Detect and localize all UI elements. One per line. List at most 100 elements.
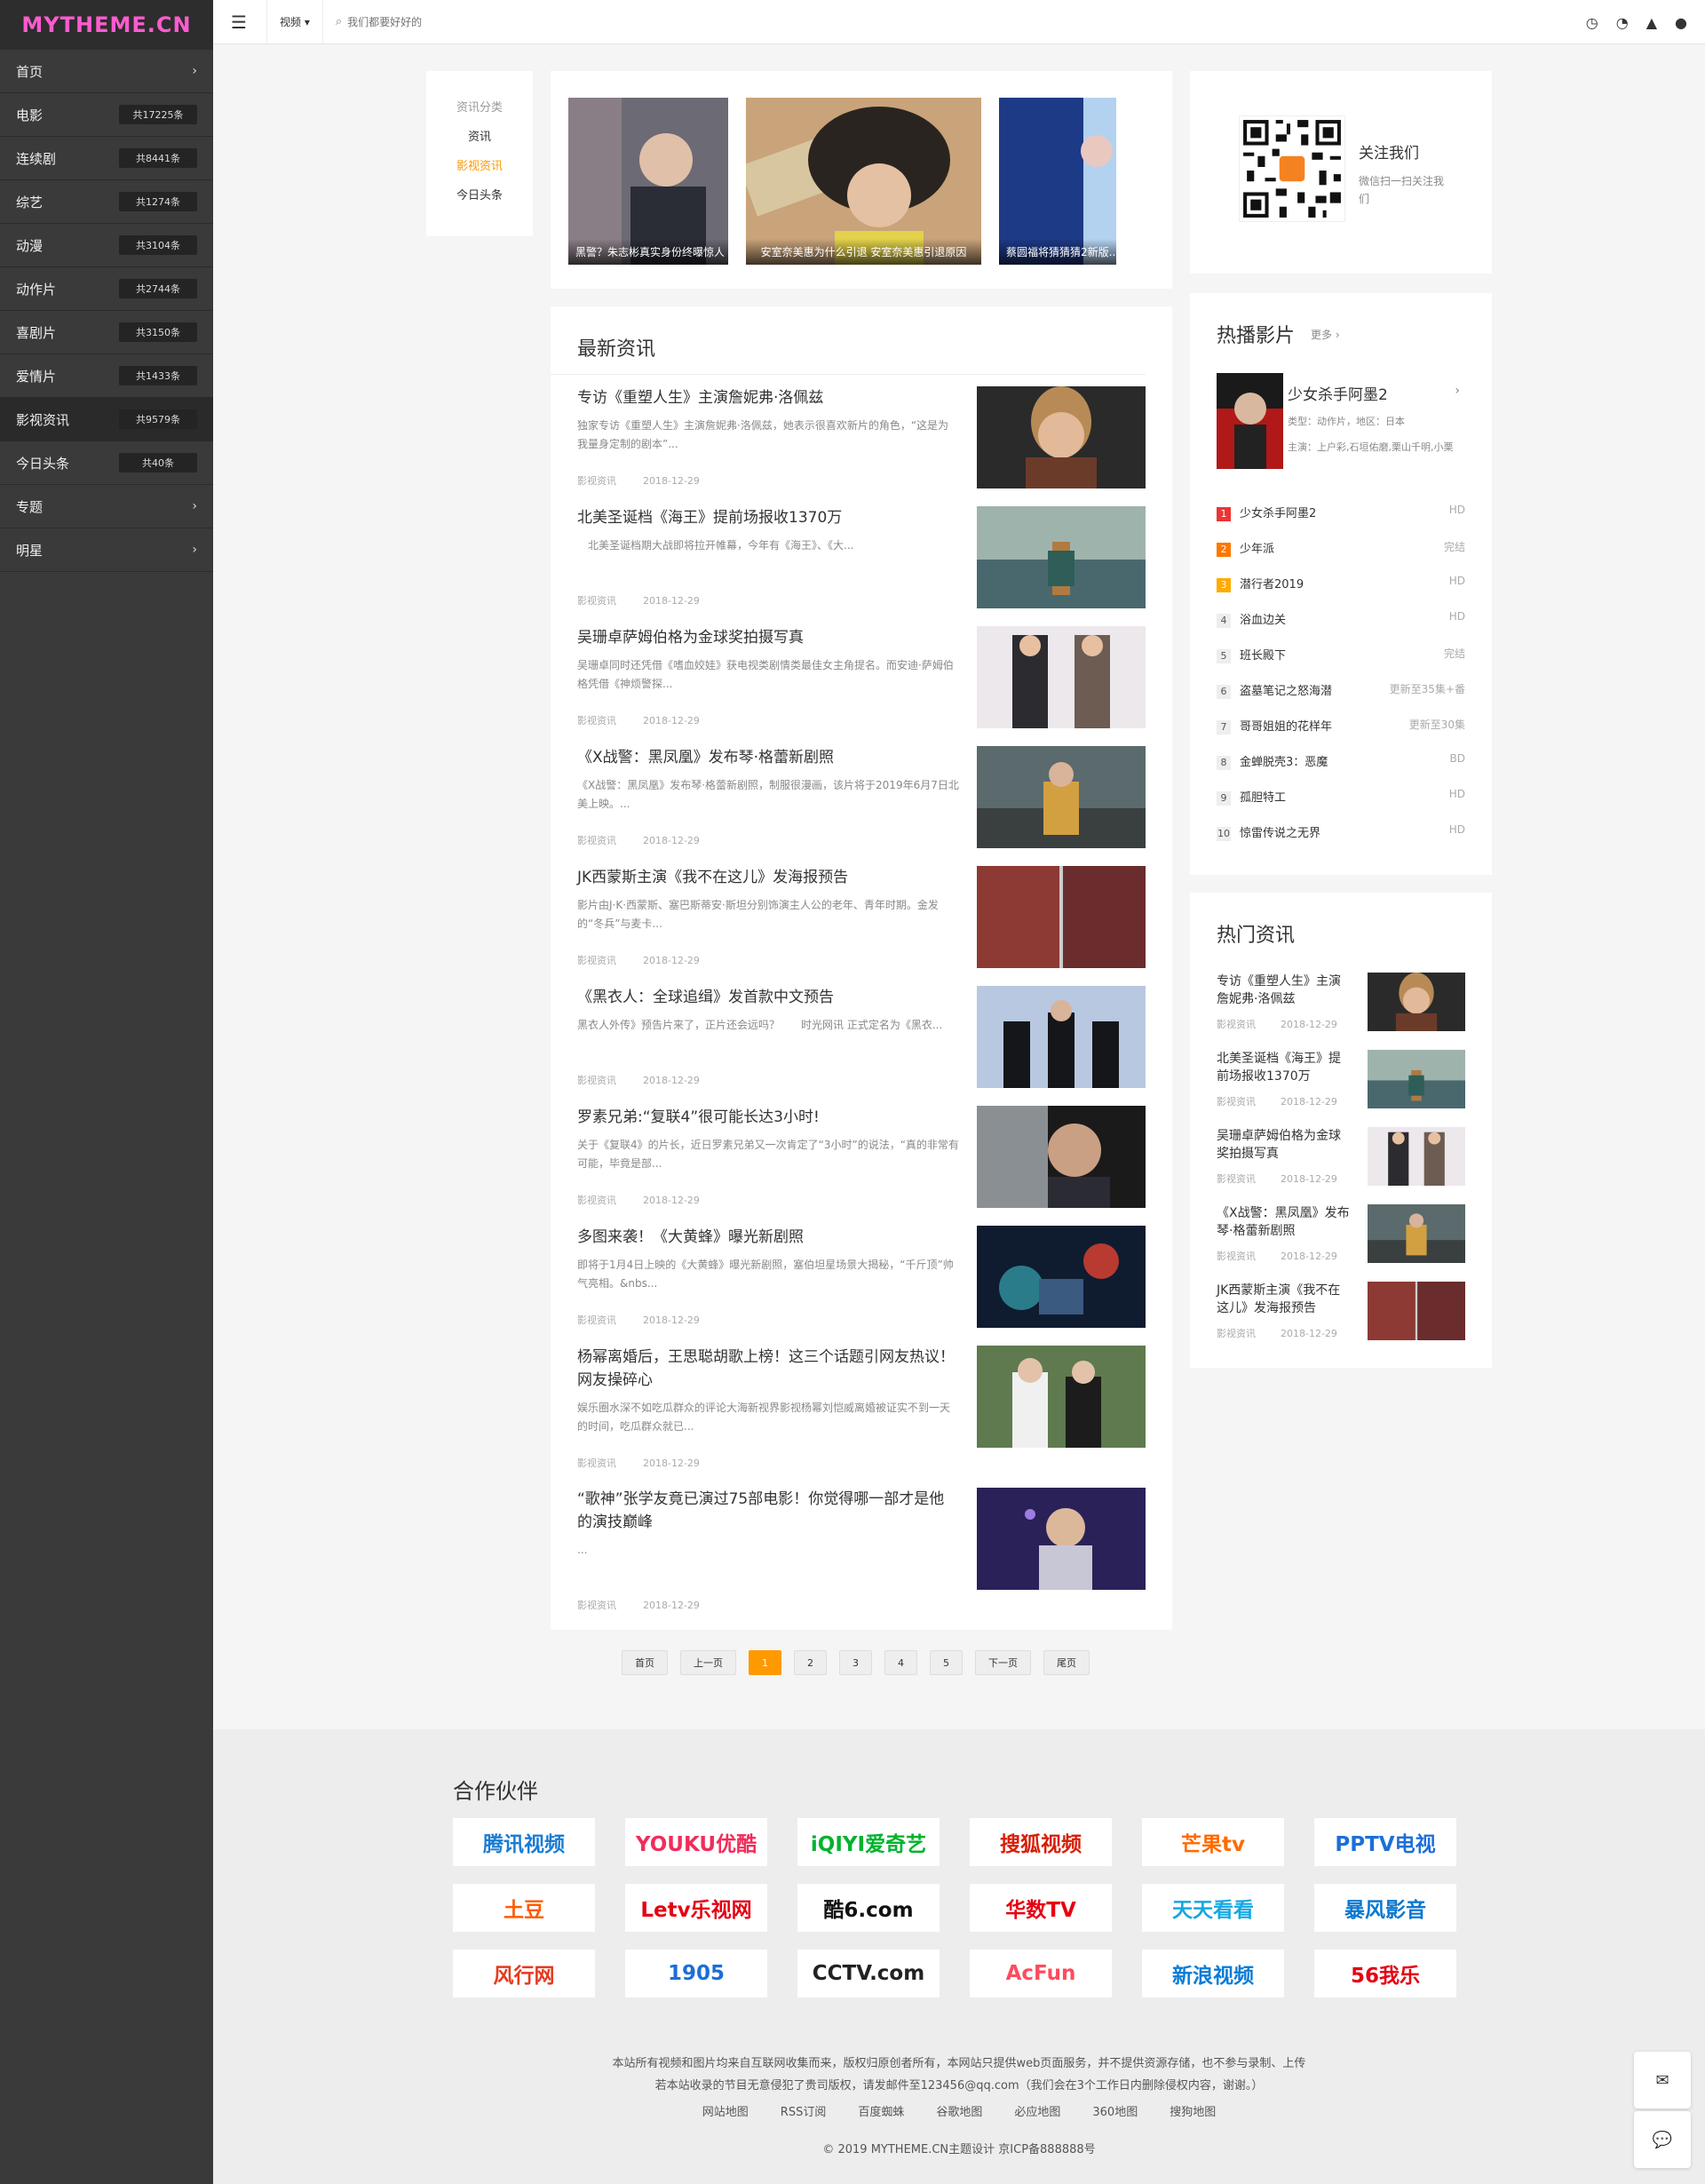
rank-item[interactable]: 6 盗墓笔记之怒海潜 更新至35集+番: [1217, 681, 1465, 699]
partner-logo[interactable]: 酷6.com: [797, 1884, 940, 1932]
news-item[interactable]: 专访《重塑人生》主演詹妮弗·洛佩兹 独家专访《重塑人生》主演詹妮弗·洛佩兹，她表示…: [577, 386, 1146, 488]
hot-news-title[interactable]: 北美圣诞档《海王》提前场报收1370万: [1217, 1050, 1350, 1085]
news-title[interactable]: 罗素兄弟:“复联4”很可能长达3小时!: [577, 1106, 959, 1129]
news-category[interactable]: 影视资讯: [577, 955, 616, 966]
partner-logo[interactable]: 风行网: [453, 1950, 595, 1997]
news-category[interactable]: 影视资讯: [577, 1600, 616, 1611]
rank-item[interactable]: 7 哥哥姐姐的花样年 更新至30集: [1217, 717, 1465, 735]
footer-link[interactable]: 360地图: [1092, 2106, 1138, 2119]
rank-item[interactable]: 5 班长殿下 完结: [1217, 646, 1465, 663]
partner-logo[interactable]: Letv乐视网: [625, 1884, 767, 1932]
rank-name[interactable]: 孤胆特工: [1240, 791, 1286, 805]
site-logo[interactable]: MYTHEME.CN: [0, 0, 213, 50]
rank-item[interactable]: 2 少年派 完结: [1217, 539, 1465, 557]
hot-news-title[interactable]: 《X战警：黑凤凰》发布琴·格蕾新剧照: [1217, 1204, 1350, 1240]
nav-item[interactable]: 连续剧 共8441条: [0, 137, 213, 180]
search-type-select[interactable]: 视频 ▾: [266, 0, 323, 44]
partner-logo[interactable]: 芒果tv: [1142, 1818, 1284, 1866]
news-item[interactable]: “歌神”张学友竟已演过75部电影！你觉得哪一部才是他的演技巅峰... 影视资讯 20…: [577, 1488, 1146, 1611]
rank-item[interactable]: 10 惊雷传说之无界 HD: [1217, 823, 1465, 841]
hot-news-category[interactable]: 影视资讯: [1217, 1096, 1256, 1108]
news-title[interactable]: JK西蒙斯主演《我不在这儿》发海报预告: [577, 866, 959, 889]
news-thumbnail[interactable]: [977, 1346, 1146, 1448]
page-button[interactable]: 2: [794, 1650, 827, 1675]
hot-news-item[interactable]: 北美圣诞档《海王》提前场报收1370万 影视资讯 2018-12-29: [1217, 1050, 1465, 1110]
news-title[interactable]: 多图来袭！《大黄蜂》曝光新剧照: [577, 1226, 959, 1249]
rank-item[interactable]: 3 潜行者2019 HD: [1217, 575, 1465, 592]
news-category[interactable]: 影视资讯: [577, 1457, 616, 1469]
news-thumbnail[interactable]: [977, 986, 1146, 1088]
nav-item[interactable]: 动漫 共3104条: [0, 224, 213, 267]
rank-name[interactable]: 少年派: [1240, 543, 1274, 556]
news-category[interactable]: 影视资讯: [577, 595, 616, 607]
news-item[interactable]: JK西蒙斯主演《我不在这儿》发海报预告 影片由J·K·西蒙斯、塞巴斯蒂安·斯坦分别…: [577, 866, 1146, 968]
partner-logo[interactable]: 土豆: [453, 1884, 595, 1932]
news-category[interactable]: 影视资讯: [577, 1195, 616, 1206]
partner-logo[interactable]: iQIYI爱奇艺: [797, 1818, 940, 1866]
news-title[interactable]: “歌神”张学友竟已演过75部电影！你觉得哪一部才是他的演技巅峰: [577, 1488, 959, 1534]
page-button[interactable]: 首页: [622, 1650, 668, 1675]
partner-logo[interactable]: 新浪视频: [1142, 1950, 1284, 1997]
slide[interactable]: 蔡圆福将猜猜猜2新版...: [999, 98, 1116, 265]
partner-logo[interactable]: 搜狐视频: [970, 1818, 1112, 1866]
rank-name[interactable]: 盗墓笔记之怒海潜: [1240, 685, 1332, 698]
footer-link[interactable]: 必应地图: [1014, 2106, 1060, 2119]
clock-icon[interactable]: ◷: [1586, 14, 1598, 31]
search-input[interactable]: [347, 15, 703, 28]
page-button[interactable]: 下一页: [975, 1650, 1031, 1675]
news-title[interactable]: 《黑衣人：全球追缉》发首款中文预告: [577, 986, 959, 1009]
nav-item[interactable]: 爱情片 共1433条: [0, 354, 213, 398]
partner-logo[interactable]: AcFun: [970, 1950, 1112, 1997]
hot-news-title[interactable]: 吴珊卓萨姆伯格为金球奖拍摄写真: [1217, 1127, 1350, 1163]
news-thumbnail[interactable]: [977, 506, 1146, 608]
rss-icon[interactable]: ◔: [1616, 14, 1629, 31]
partner-logo[interactable]: 56我乐: [1314, 1950, 1456, 1997]
hot-news-category[interactable]: 影视资讯: [1217, 1251, 1256, 1262]
news-thumbnail[interactable]: [977, 386, 1146, 488]
nav-item[interactable]: 今日头条 共40条: [0, 441, 213, 485]
category-item[interactable]: 今日头条: [426, 186, 533, 203]
search-icon[interactable]: ⌕: [336, 15, 342, 28]
chevron-right-icon[interactable]: ›: [1455, 384, 1460, 398]
nav-item[interactable]: 喜剧片 共3150条: [0, 311, 213, 354]
rank-name[interactable]: 哥哥姐姐的花样年: [1240, 720, 1332, 734]
partner-logo[interactable]: 华数TV: [970, 1884, 1112, 1932]
wechat-icon[interactable]: ✉: [1634, 2052, 1691, 2109]
footer-link[interactable]: 网站地图: [702, 2106, 749, 2119]
nav-item[interactable]: 明星 ›: [0, 528, 213, 572]
news-thumbnail[interactable]: [977, 746, 1146, 848]
hot-news-category[interactable]: 影视资讯: [1217, 1173, 1256, 1185]
more-link[interactable]: 更多 ›: [1311, 327, 1340, 342]
slide[interactable]: 安室奈美惠为什么引退 安室奈美惠引退原因: [746, 98, 981, 265]
news-thumbnail[interactable]: [977, 866, 1146, 968]
page-button[interactable]: 尾页: [1043, 1650, 1090, 1675]
rank-name[interactable]: 金蝉脱壳3：恶魔: [1240, 756, 1328, 769]
footer-link[interactable]: 搜狗地图: [1170, 2106, 1216, 2119]
nav-item[interactable]: 专题 ›: [0, 485, 213, 528]
hot-news-thumbnail[interactable]: [1368, 973, 1465, 1031]
nav-item[interactable]: 综艺 共1274条: [0, 180, 213, 224]
page-button[interactable]: 4: [884, 1650, 917, 1675]
news-title[interactable]: 北美圣诞档《海王》提前场报收1370万: [577, 506, 959, 529]
hot-news-thumbnail[interactable]: [1368, 1050, 1465, 1108]
news-item[interactable]: 罗素兄弟:“复联4”很可能长达3小时! 关于《复联4》的片长，近日罗素兄弟又一次肯…: [577, 1106, 1146, 1208]
news-category[interactable]: 影视资讯: [577, 1314, 616, 1326]
footer-link[interactable]: RSS订阅: [781, 2106, 827, 2119]
rank-name[interactable]: 班长殿下: [1240, 649, 1286, 663]
nav-item[interactable]: 电影 共17225条: [0, 93, 213, 137]
partner-logo[interactable]: CCTV.com: [797, 1950, 940, 1997]
footer-link[interactable]: 谷歌地图: [936, 2106, 982, 2119]
rank-name[interactable]: 少女杀手阿墨2: [1240, 507, 1316, 520]
news-item[interactable]: 多图来袭！《大黄蜂》曝光新剧照 即将于1月4日上映的《大黄蜂》曝光新剧照，塞伯坦星…: [577, 1226, 1146, 1328]
hot-news-category[interactable]: 影视资讯: [1217, 1328, 1256, 1339]
category-item[interactable]: 资讯: [426, 127, 533, 144]
menu-toggle-icon[interactable]: ☰: [231, 12, 266, 33]
partner-logo[interactable]: YOUKU优酷: [625, 1818, 767, 1866]
news-item[interactable]: 吴珊卓萨姆伯格为金球奖拍摄写真 吴珊卓同时还凭借《嗜血姣娃》获电视类剧情类最佳女主…: [577, 626, 1146, 728]
news-item[interactable]: 杨幂离婚后，王思聪胡歌上榜！这三个话题引网友热议！网友操碎心 娱乐圈水深不如吃瓜群…: [577, 1346, 1146, 1469]
page-button[interactable]: 5: [930, 1650, 963, 1675]
news-item[interactable]: 北美圣诞档《海王》提前场报收1370万 北美圣诞档期大战即将拉开帷幕，今年有《海…: [577, 506, 1146, 608]
partner-logo[interactable]: 腾讯视频: [453, 1818, 595, 1866]
news-thumbnail[interactable]: [977, 1488, 1146, 1590]
news-item[interactable]: 《X战警：黑凤凰》发布琴·格蕾新剧照 《X战警：黑凤凰》发布琴·格蕾新剧照，制服很…: [577, 746, 1146, 848]
